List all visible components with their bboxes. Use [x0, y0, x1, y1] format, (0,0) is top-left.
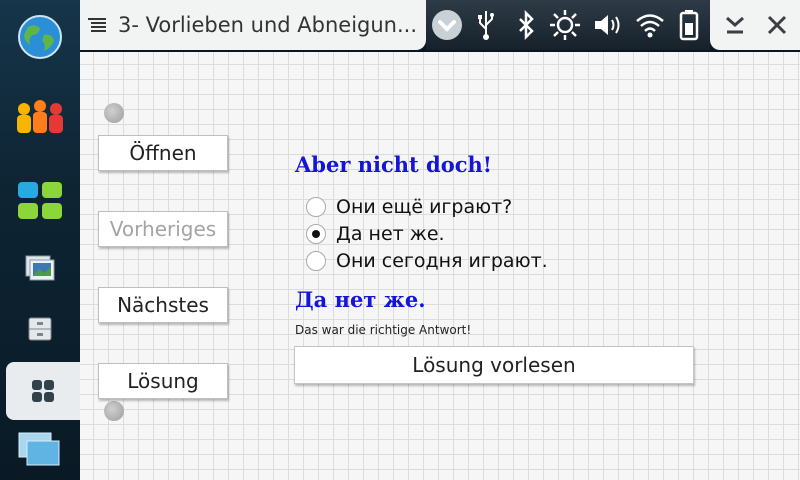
quiz-page: Öffnen Vorheriges Nächstes Lösung Aber n…	[80, 52, 800, 480]
open-button[interactable]: Öffnen	[98, 135, 228, 171]
option-label: Да нет же.	[336, 223, 445, 245]
volume-icon[interactable]	[592, 9, 624, 41]
radio-button[interactable]	[306, 197, 326, 217]
previous-button[interactable]: Vorheriges	[98, 211, 228, 247]
window-title-tab[interactable]: 3- Vorlieben und Abneigun...	[80, 0, 426, 50]
globe-icon[interactable]	[0, 8, 80, 66]
applications-icon[interactable]	[0, 172, 80, 230]
window-controls	[710, 0, 800, 50]
solution-button[interactable]: Lösung	[98, 363, 228, 399]
correct-answer: Да нет же.	[295, 287, 426, 312]
contacts-icon[interactable]	[0, 88, 80, 146]
menu-icon[interactable]	[88, 18, 106, 32]
read-solution-button[interactable]: Lösung vorlesen	[294, 346, 694, 384]
answer-option-3[interactable]: Они сегодня играют.	[306, 249, 548, 273]
close-icon[interactable]	[760, 8, 794, 42]
feedback-text: Das war die richtige Antwort!	[295, 323, 472, 337]
bluetooth-icon	[514, 9, 538, 41]
window-title: 3- Vorlieben und Abneigun...	[118, 13, 418, 37]
minimize-icon[interactable]	[718, 8, 752, 42]
status-area[interactable]	[426, 0, 710, 50]
option-label: Они ещё играют?	[336, 196, 513, 218]
photos-icon[interactable]	[0, 240, 80, 298]
answer-option-1[interactable]: Они ещё играют?	[306, 195, 512, 219]
next-button[interactable]: Nächstes	[98, 287, 228, 323]
binder-hole	[104, 401, 124, 421]
binder-hole	[104, 103, 124, 123]
brightness-icon	[548, 9, 582, 41]
task-switcher-icon[interactable]	[0, 422, 80, 480]
radio-button-selected[interactable]	[306, 224, 326, 244]
wifi-icon[interactable]	[634, 9, 666, 41]
dashboard-icon[interactable]	[6, 362, 80, 420]
dropdown-icon[interactable]	[430, 9, 464, 41]
usb-icon	[474, 9, 498, 41]
battery-icon[interactable]	[676, 9, 702, 41]
title-bar: 3- Vorlieben und Abneigun...	[80, 0, 800, 52]
answer-option-2[interactable]: Да нет же.	[306, 222, 445, 246]
file-manager-icon[interactable]	[0, 300, 80, 358]
option-label: Они сегодня играют.	[336, 250, 548, 272]
question-title: Aber nicht doch!	[295, 152, 492, 177]
launcher-dock	[0, 0, 80, 480]
radio-button[interactable]	[306, 251, 326, 271]
